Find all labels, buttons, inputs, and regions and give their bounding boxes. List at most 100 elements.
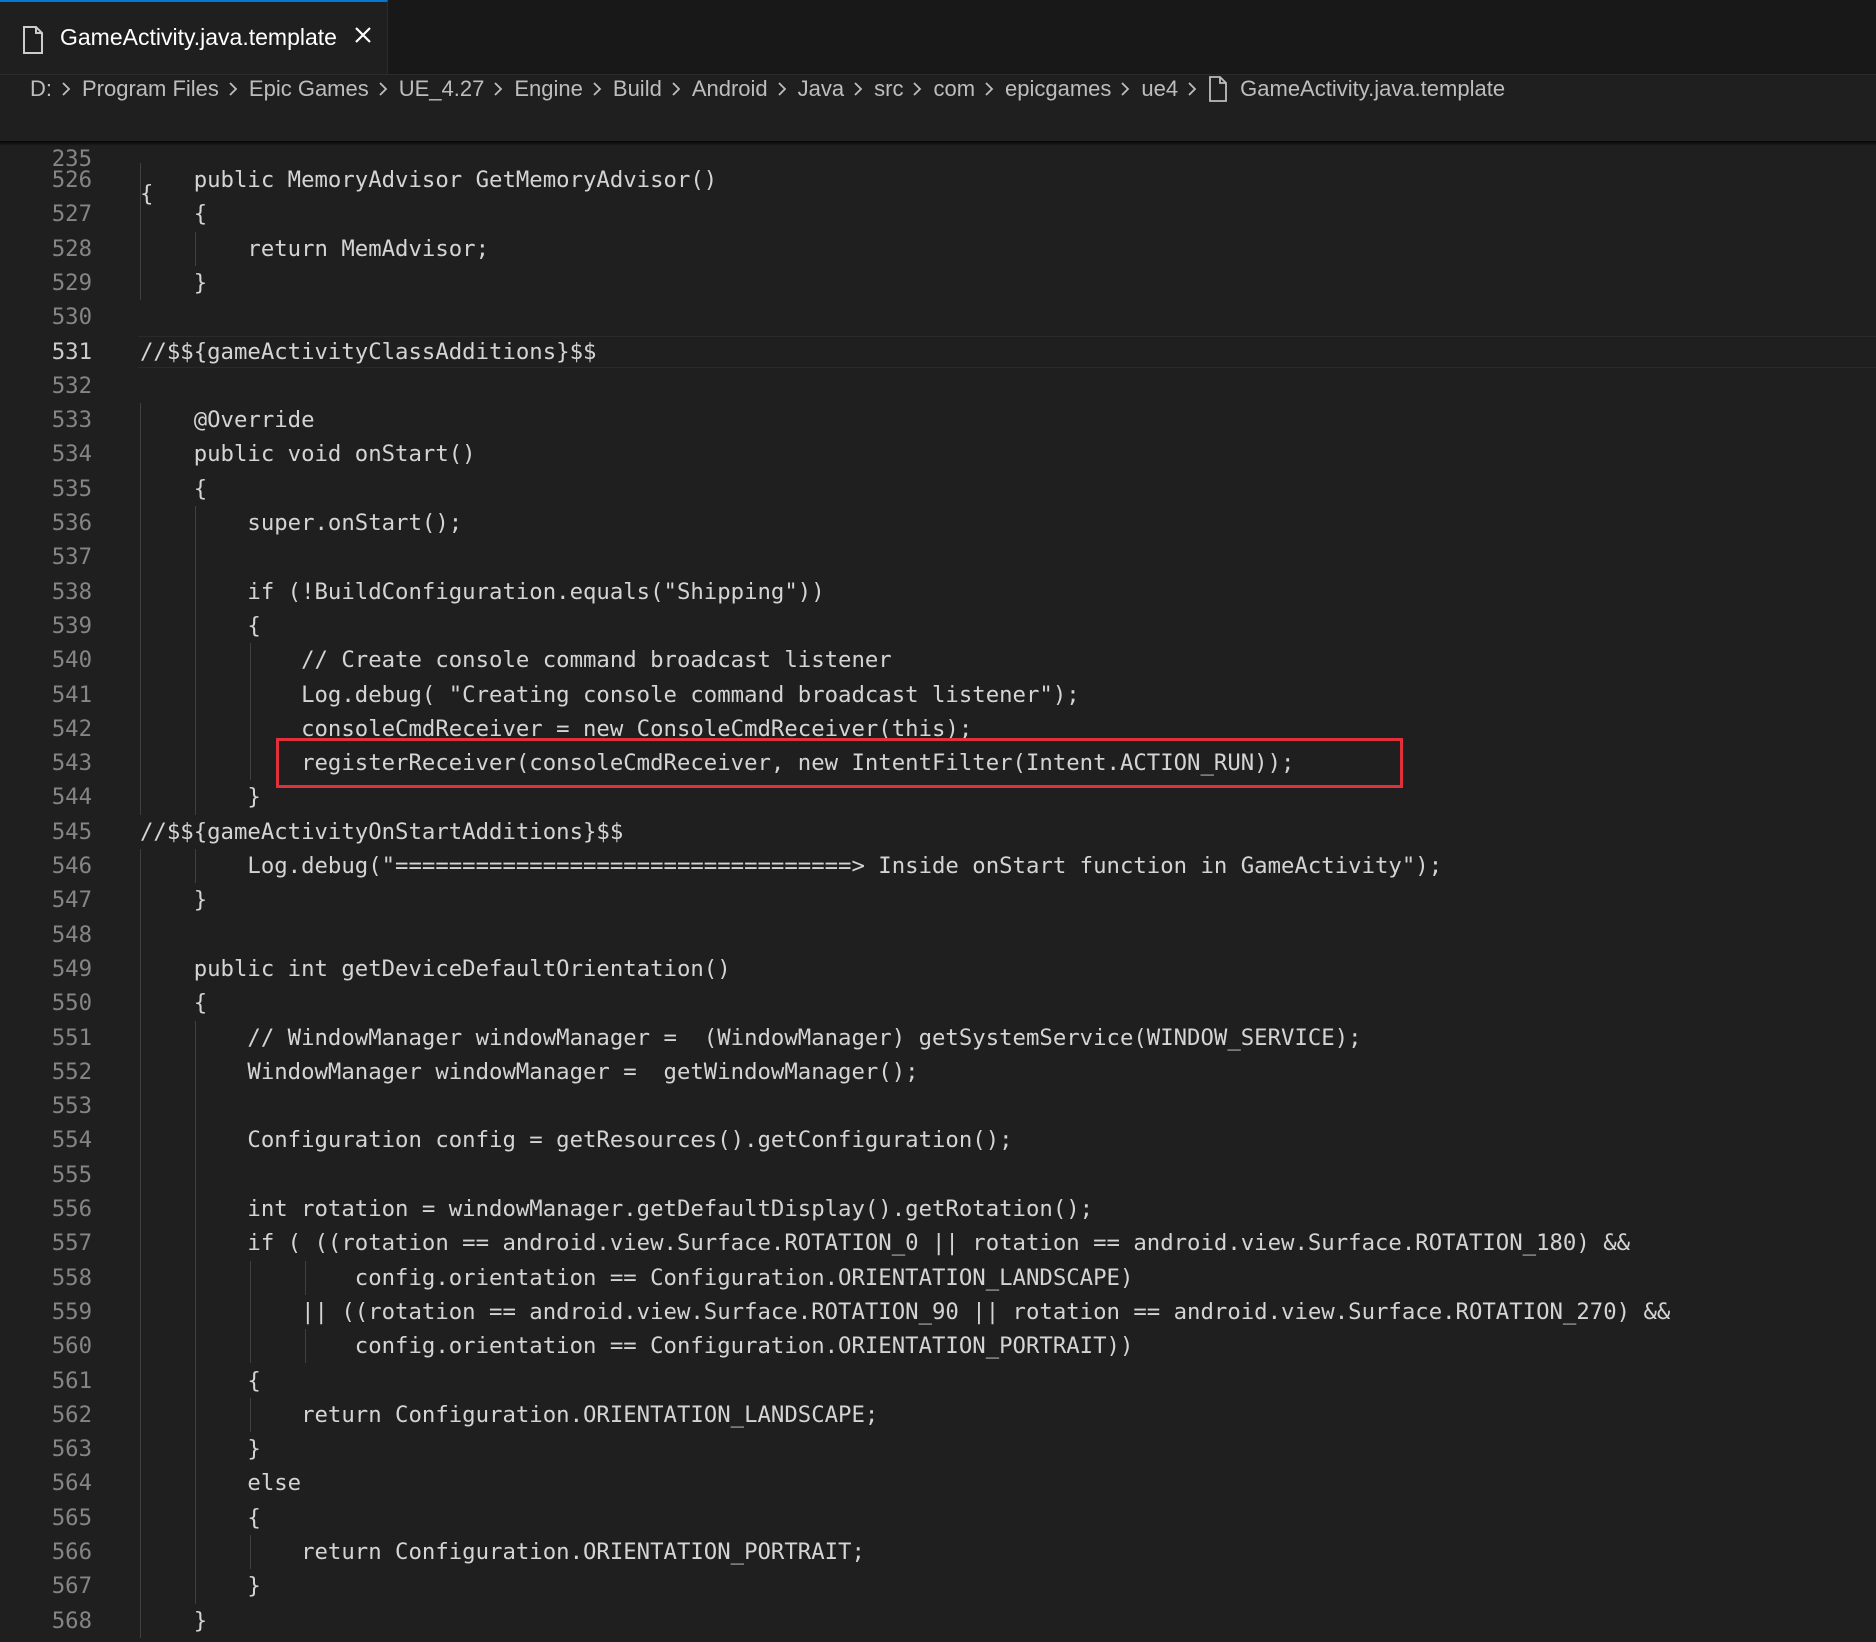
code-line[interactable]: 528 return MemAdvisor; [0,232,1876,266]
code-line[interactable]: 553 [0,1089,1876,1123]
indent-guide [250,1535,251,1570]
code-line[interactable]: 550 { [0,986,1876,1020]
breadcrumb-item[interactable]: D: [30,76,52,102]
chevron-right-icon [985,82,994,96]
breadcrumb-item[interactable]: src [874,76,903,102]
code-line[interactable]: 567 } [0,1569,1876,1603]
indent-guide [140,403,141,815]
code-line[interactable]: 535 { [0,472,1876,506]
line-number: 561 [51,1367,92,1394]
code-text: public MemoryAdvisor GetMemoryAdvisor() [140,167,718,193]
breadcrumb-item[interactable]: Build [613,76,662,102]
code-text: public void onStart() [140,441,476,468]
code-line[interactable]: 526 public MemoryAdvisor GetMemoryAdviso… [0,163,1876,197]
code-line[interactable]: 540 // Create console command broadcast … [0,643,1876,677]
line-number: 533 [51,407,92,434]
breadcrumb-item[interactable]: ue4 [1141,76,1178,102]
highlight-annotation-box [276,738,1403,788]
code-line[interactable]: 539 { [0,609,1876,643]
code-text: { [140,612,261,639]
code-line[interactable]: 530 [0,300,1876,334]
line-number: 530 [51,304,92,331]
code-line[interactable]: 562 return Configuration.ORIENTATION_LAN… [0,1398,1876,1432]
code-text: int rotation = windowManager.getDefaultD… [140,1196,1094,1222]
code-text: } [140,784,261,811]
code-line[interactable]: 551 // WindowManager windowManager = (Wi… [0,1021,1876,1055]
code-line[interactable]: 546 Log.debug("=========================… [0,849,1876,883]
code-text: } [140,1436,261,1463]
code-line[interactable]: 558 config.orientation == Configuration.… [0,1261,1876,1295]
breadcrumb-item[interactable]: UE_4.27 [399,76,485,102]
chevron-right-icon [672,82,681,96]
line-number: 550 [51,990,92,1017]
code-line[interactable]: 527 { [0,197,1876,231]
indent-guide [195,849,196,884]
code-line[interactable]: 564 else [0,1466,1876,1500]
code-text: } [140,269,208,296]
breadcrumb-item[interactable]: Epic Games [249,76,369,102]
code-line[interactable]: 561 { [0,1364,1876,1398]
code-text: Log.debug("=============================… [140,853,1443,879]
line-number: 548 [51,921,92,948]
chevron-right-icon [913,82,922,96]
code-line[interactable]: 557 if ( ((rotation == android.view.Surf… [0,1226,1876,1260]
code-line[interactable]: 537 [0,540,1876,574]
line-number: 543 [51,750,92,777]
line-number: 536 [51,510,92,536]
code-line[interactable]: 560 config.orientation == Configuration.… [0,1329,1876,1363]
file-icon [1209,76,1228,102]
code-line[interactable]: 563 } [0,1432,1876,1466]
code-line[interactable]: 549 public int getDeviceDefaultOrientati… [0,952,1876,986]
breadcrumb-item[interactable]: Java [798,76,844,102]
code-text: @Override [140,407,315,434]
line-number: 539 [51,612,92,639]
code-line[interactable]: 534 public void onStart() [0,437,1876,471]
code-line[interactable]: 545 //$${gameActivityOnStartAdditions}$$ [0,815,1876,849]
code-line[interactable]: 554 Configuration config = getResources(… [0,1123,1876,1157]
sticky-scroll-line[interactable]: 235 { [0,108,1876,207]
code-line[interactable]: 531 //$${gameActivityClassAdditions}$$ [0,335,1876,369]
code-line[interactable]: 547 } [0,883,1876,917]
code-text: { [140,1504,261,1531]
code-line[interactable]: 541 Log.debug( "Creating console command… [0,678,1876,712]
indent-guide [140,849,141,1638]
close-icon[interactable] [352,24,374,46]
breadcrumb-item[interactable]: Engine [514,76,583,102]
code-line[interactable]: 559 || ((rotation == android.view.Surfac… [0,1295,1876,1329]
indent-guide [250,643,251,781]
editor-tab[interactable]: GameActivity.java.template [0,0,388,74]
code-line[interactable]: 532 [0,369,1876,403]
chevron-right-icon [854,82,863,96]
code-text: config.orientation == Configuration.ORIE… [140,1333,1134,1360]
chevron-right-icon [1188,82,1197,96]
code-line[interactable]: 548 [0,918,1876,952]
breadcrumb-item[interactable]: Android [692,76,768,102]
line-number: 540 [51,647,92,674]
code-line[interactable]: 566 return Configuration.ORIENTATION_POR… [0,1535,1876,1569]
chevron-right-icon [62,82,71,96]
breadcrumb: D: Program Files Epic Games UE_4.27 Engine Bu… [30,72,1505,106]
breadcrumb-file[interactable]: GameActivity.java.template [1240,76,1505,102]
code-line[interactable]: 538 if (!BuildConfiguration.equals("Ship… [0,575,1876,609]
code-line[interactable]: 529 } [0,266,1876,300]
line-number: 549 [51,955,92,982]
breadcrumb-item[interactable]: epicgames [1005,76,1111,102]
code-line[interactable]: 565 { [0,1501,1876,1535]
code-line[interactable]: 555 [0,1158,1876,1192]
line-number: 562 [51,1401,92,1428]
code-line[interactable]: 533 @Override [0,403,1876,437]
breadcrumb-item[interactable]: com [933,76,975,102]
line-number: 568 [51,1607,92,1634]
code-line[interactable]: 556 int rotation = windowManager.getDefa… [0,1192,1876,1226]
line-number: 542 [51,715,92,742]
line-number: 544 [51,784,92,811]
code-text: // Create console command broadcast list… [140,647,892,674]
code-line[interactable]: 552 WindowManager windowManager = getWin… [0,1055,1876,1089]
line-number: 235 [51,146,92,173]
sticky-scroll-shadow [0,141,1876,146]
tab-label: GameActivity.java.template [60,24,337,50]
code-line[interactable]: 568 } [0,1604,1876,1638]
code-text: public int getDeviceDefaultOrientation() [140,955,731,982]
breadcrumb-item[interactable]: Program Files [82,76,219,102]
code-line[interactable]: 536 super.onStart(); [0,506,1876,540]
